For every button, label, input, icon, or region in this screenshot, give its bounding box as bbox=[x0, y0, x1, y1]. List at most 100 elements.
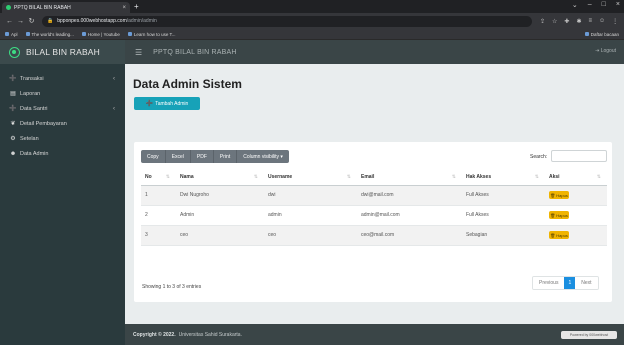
web-app: BILAL BIN RABAH ➕ Transaksi ‹ ▤ Laporan … bbox=[0, 40, 624, 345]
column-header-nama[interactable]: Nama ⇅ bbox=[176, 170, 264, 186]
sort-icon: ⇅ bbox=[346, 174, 351, 180]
cell-nama: Dwi Nugroho bbox=[176, 185, 264, 206]
admin-table: No ⇅ Nama ⇅ Username ⇅ Email ⇅ Hak Akses ⇅ Ak… bbox=[141, 170, 607, 246]
new-tab-button[interactable]: + bbox=[134, 2, 139, 12]
file-icon: ▤ bbox=[10, 91, 16, 97]
user-plus-icon: ➕ bbox=[9, 106, 17, 112]
powered-by-badge[interactable]: Powered by 000webhost bbox=[561, 331, 617, 339]
column-header-email[interactable]: Email ⇅ bbox=[357, 170, 462, 186]
sidebar-item-label: Transaksi bbox=[20, 75, 44, 82]
youtube-icon bbox=[81, 32, 86, 36]
github-icon bbox=[25, 32, 30, 36]
delete-button[interactable]: 🗑 Hapus bbox=[549, 191, 569, 199]
sidebar-item-data-admin[interactable]: ☻ Data Admin bbox=[0, 146, 125, 161]
navbar-title: PPTQ BILAL BIN RABAH bbox=[153, 48, 237, 56]
star-icon[interactable]: ☆ bbox=[552, 18, 557, 25]
bookmark-youtube[interactable]: Home | Youtube bbox=[81, 32, 120, 37]
delete-button[interactable]: 🗑 Hapus bbox=[549, 231, 569, 239]
cell-email: admin@mail.com bbox=[357, 205, 462, 226]
footer: Copyright © 2022. Universitas Sahid Sura… bbox=[125, 324, 624, 345]
sidebar-item-laporan[interactable]: ▤ Laporan bbox=[0, 86, 125, 101]
reading-list[interactable]: Daftar bacaan bbox=[584, 32, 619, 37]
bookmarks-bar: Apl The world's leading... Home | Youtub… bbox=[0, 29, 624, 40]
extensions: ⇪ ☆ ✚ ✱ ≡ ☺ ⋮ bbox=[540, 18, 618, 25]
url-input[interactable]: 🔒 bpponpes.000webhostapp.com /admin/admi… bbox=[42, 15, 532, 27]
previous-page-button[interactable]: Previous bbox=[533, 277, 565, 289]
copy-button[interactable]: Copy bbox=[141, 150, 166, 163]
excel-button[interactable]: Excel bbox=[166, 150, 191, 163]
profile-icon[interactable]: ☺ bbox=[599, 18, 605, 25]
column-header-hak-akses[interactable]: Hak Akses ⇅ bbox=[462, 170, 545, 186]
queue-icon[interactable]: ≡ bbox=[588, 18, 592, 25]
browser-tab[interactable]: PPTQ BILAL BIN RABAH × bbox=[2, 2, 130, 13]
sidebar-item-transaksi[interactable]: ➕ Transaksi ‹ bbox=[0, 71, 125, 86]
sidebar-item-label: Setelan bbox=[20, 135, 39, 142]
back-icon[interactable]: ← bbox=[5, 18, 14, 25]
maximize-icon[interactable]: □ bbox=[602, 1, 606, 9]
search-input[interactable] bbox=[551, 150, 607, 162]
forward-icon[interactable]: → bbox=[16, 18, 25, 25]
share-icon[interactable]: ⇪ bbox=[540, 18, 545, 25]
sidebar-item-detail-pembayaran[interactable]: ❦ Detail Pembayaran bbox=[0, 116, 125, 131]
reload-icon[interactable]: ↻ bbox=[27, 17, 36, 25]
next-page-button[interactable]: Next bbox=[575, 277, 598, 289]
sort-icon: ⇅ bbox=[596, 174, 601, 180]
cell-no: 3 bbox=[141, 225, 176, 246]
cell-email: dwi@mail.com bbox=[357, 185, 462, 206]
sidebar-item-label: Detail Pembayaran bbox=[20, 120, 67, 127]
page-1-button[interactable]: 1 bbox=[564, 277, 576, 289]
copyright-year: Copyright © 2022. bbox=[133, 331, 176, 338]
window-controls: ⌄ – □ × bbox=[572, 1, 620, 9]
apps-icon bbox=[5, 32, 9, 36]
reading-list-icon bbox=[584, 32, 589, 36]
trash-icon: 🗑 bbox=[550, 212, 556, 218]
table-row: 3 ceo ceo ceo@mail.com Sebagian 🗑 Hapus bbox=[141, 225, 607, 246]
puzzle-icon[interactable]: ✱ bbox=[576, 18, 581, 25]
close-icon[interactable]: × bbox=[616, 1, 620, 9]
logout-link[interactable]: ⇥ Logout bbox=[595, 48, 616, 54]
table-row: 2 Admin admin admin@mail.com Full Akses … bbox=[141, 205, 607, 226]
column-header-no[interactable]: No ⇅ bbox=[141, 170, 176, 186]
cell-username: dwi bbox=[264, 185, 357, 206]
url-host: bpponpes.000webhostapp.com bbox=[57, 18, 127, 24]
browser-tab-bar: PPTQ BILAL BIN RABAH × + ⌄ – □ × bbox=[0, 0, 624, 13]
site-favicon-icon bbox=[6, 5, 11, 10]
search-label: Search: bbox=[530, 154, 548, 160]
print-button[interactable]: Print bbox=[214, 150, 238, 163]
table-info: Showing 1 to 3 of 3 entries bbox=[142, 284, 202, 290]
user-plus-icon: ➕ bbox=[9, 76, 17, 82]
chevron-down-icon[interactable]: ⌄ bbox=[572, 1, 578, 9]
bookmark-github[interactable]: The world's leading... bbox=[25, 32, 74, 37]
column-header-aksi[interactable]: Aksi ⇅ bbox=[545, 170, 607, 186]
sidebar-item-setelan[interactable]: ⚙ Setelan bbox=[0, 131, 125, 146]
delete-button[interactable]: 🗑 Hapus bbox=[549, 211, 569, 219]
top-navbar: ☰ PPTQ BILAL BIN RABAH ⇥ Logout bbox=[125, 40, 624, 64]
bookmark-learn[interactable]: Learn how to use T... bbox=[127, 32, 176, 37]
minimize-icon[interactable]: – bbox=[588, 1, 592, 9]
sidebar-item-label: Laporan bbox=[20, 90, 41, 97]
column-visibility-button[interactable]: Column visibility ▾ bbox=[237, 150, 289, 163]
table-header-row: No ⇅ Nama ⇅ Username ⇅ Email ⇅ Hak Akses ⇅ Ak… bbox=[141, 170, 607, 186]
sidebar-item-label: Data Admin bbox=[20, 150, 49, 157]
user-plus-icon: ➕ bbox=[145, 101, 154, 107]
sidebar-item-data-santri[interactable]: ➕ Data Santri ‹ bbox=[0, 101, 125, 116]
admin-table-card: Copy Excel PDF Print Column visibility ▾… bbox=[134, 142, 612, 302]
cell-username: ceo bbox=[264, 225, 357, 246]
close-tab-icon[interactable]: × bbox=[122, 5, 126, 11]
column-header-username[interactable]: Username ⇅ bbox=[264, 170, 357, 186]
menu-icon[interactable]: ⋮ bbox=[612, 18, 618, 25]
hamburger-menu-icon[interactable]: ☰ bbox=[135, 48, 142, 57]
add-admin-button[interactable]: ➕ Tambah Admin bbox=[134, 97, 200, 110]
brand-link[interactable]: BILAL BIN RABAH bbox=[0, 40, 125, 64]
bookmark-apps[interactable]: Apl bbox=[5, 32, 18, 37]
sort-icon: ⇅ bbox=[165, 174, 170, 180]
sort-icon: ⇅ bbox=[534, 174, 539, 180]
pagination: Previous 1 Next bbox=[532, 276, 599, 290]
pdf-button[interactable]: PDF bbox=[191, 150, 214, 163]
cell-aksi: 🗑 Hapus bbox=[545, 205, 607, 226]
gears-icon: ⚙ bbox=[10, 136, 16, 142]
cell-no: 2 bbox=[141, 205, 176, 226]
leaf-icon: ❦ bbox=[10, 121, 16, 127]
cell-aksi: 🗑 Hapus bbox=[545, 185, 607, 206]
extension-icon[interactable]: ✚ bbox=[564, 18, 569, 25]
